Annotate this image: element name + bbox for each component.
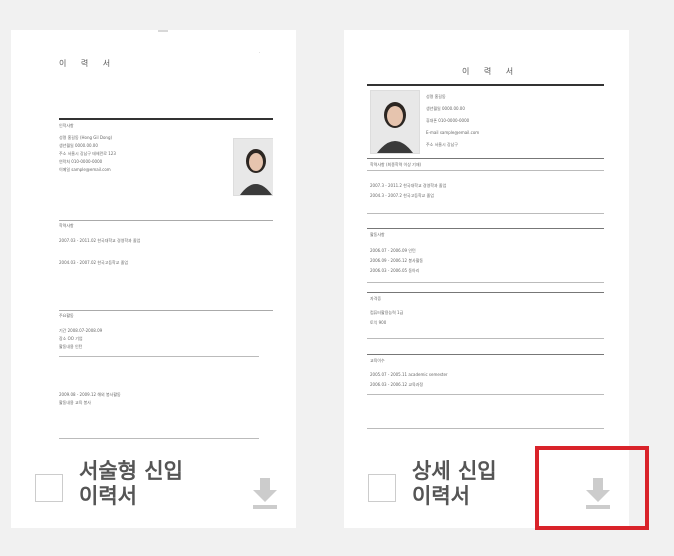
template-card-narrative[interactable]: 이 력 서 · 인적사항 성명 홍길동 (Hong Gil Dong) 생년월일… [11, 30, 296, 528]
preview-line: 활동사항 [370, 232, 385, 237]
preview-line: 자격증 [370, 296, 382, 301]
preview-photo [233, 138, 273, 196]
preview-line: 장소 OO 기업 [59, 336, 83, 341]
preview-line: 활동내용 인턴 [59, 344, 83, 349]
preview-line: 학력사항 [59, 223, 74, 228]
resume-preview[interactable]: 이 력 서 성명 홍길동 생년월일 0000.00.00 휴대폰 010-000… [366, 38, 606, 456]
preview-rule [367, 354, 604, 355]
preview-line: 교육이수 [370, 358, 385, 363]
preview-rule [367, 394, 604, 395]
preview-line: 2006.03 - 2006.05 동아리 [370, 268, 420, 273]
preview-line: 인적사항 [59, 123, 74, 128]
preview-line: 생년월일 0000.00.00 [426, 106, 465, 111]
preview-line: 성명 홍길동 (Hong Gil Dong) [59, 135, 113, 140]
preview-line: 주소 서울시 강남구 [426, 142, 458, 147]
preview-rule [367, 282, 604, 283]
preview-doc-title: 이 력 서 [59, 59, 117, 68]
template-title[interactable]: 상세 신입 이력서 [412, 459, 497, 509]
preview-line: 토익 900 [370, 320, 387, 325]
scroll-grip [158, 30, 168, 32]
preview-line: 2004.3 - 2007.2 한국고등학교 졸업 [370, 193, 434, 198]
preview-doc-title: 이 력 서 [462, 67, 520, 76]
preview-corner-text: · [259, 50, 261, 55]
preview-rule [367, 228, 604, 229]
preview-line: 2004.03 - 2007.02 한국고등학교 졸업 [59, 260, 129, 265]
preview-line: 2009.08 - 2009.12 해외 봉사활동 [59, 392, 121, 397]
preview-line: 2006.03 - 2006.12 교육과정 [370, 382, 424, 387]
card-footer: 서술형 신입 이력서 [11, 456, 296, 528]
preview-rule [367, 84, 604, 86]
preview-rule [59, 310, 273, 311]
preview-line: 2005.07 - 2005.11 academic semester [370, 372, 448, 377]
preview-line: 생년월일 0000.00.00 [59, 143, 98, 148]
preview-rule [367, 158, 604, 159]
template-title[interactable]: 서술형 신입 이력서 [79, 459, 183, 509]
preview-line: 컴퓨터활용능력 1급 [370, 310, 404, 315]
preview-rule [59, 438, 259, 439]
preview-rule [59, 118, 273, 120]
preview-line: 활동내용 교육 봉사 [59, 400, 91, 405]
download-highlight-box [535, 446, 649, 530]
preview-rule [59, 356, 259, 357]
preview-rule [367, 170, 604, 171]
preview-line: 성명 홍길동 [426, 94, 446, 99]
preview-line: 2006.07 - 2006.09 인턴 [370, 248, 416, 253]
preview-line: 주요활동 [59, 313, 74, 318]
preview-rule [59, 220, 273, 221]
select-checkbox[interactable] [35, 474, 63, 502]
select-checkbox[interactable] [368, 474, 396, 502]
preview-photo [370, 90, 420, 154]
preview-line: 주소 서울시 강남구 테헤란로 123 [59, 151, 116, 156]
preview-line: 2007.03 - 2011.02 한국대학교 경영학과 졸업 [59, 238, 141, 243]
preview-line: E-mail sample@email.com [426, 130, 480, 135]
preview-line: 연락처 010-0000-0000 [59, 159, 103, 164]
preview-line: 2007.3 - 2011.2 한국대학교 경영학과 졸업 [370, 183, 447, 188]
preview-rule [367, 213, 604, 214]
preview-line: 이메일 sample@email.com [59, 167, 111, 172]
preview-rule [367, 338, 604, 339]
resume-preview[interactable]: 이 력 서 · 인적사항 성명 홍길동 (Hong Gil Dong) 생년월일… [33, 38, 273, 456]
preview-rule [367, 292, 604, 293]
preview-line: 기간 2008.07-2008.09 [59, 328, 103, 333]
preview-line: 학력사항 (최종학력 이상 기재) [370, 162, 422, 167]
preview-line: 휴대폰 010-0000-0000 [426, 118, 470, 123]
preview-line: 2006.09 - 2006.12 봉사활동 [370, 258, 424, 263]
preview-rule [367, 428, 604, 429]
download-icon[interactable] [252, 476, 278, 510]
